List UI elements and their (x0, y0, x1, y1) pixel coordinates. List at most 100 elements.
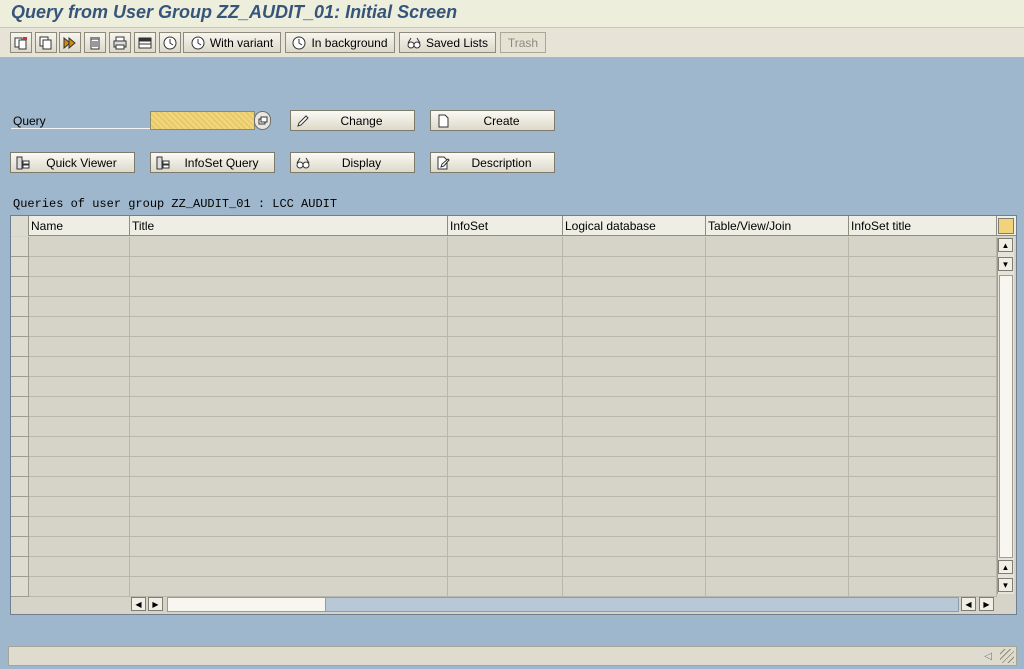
saved-lists-button[interactable]: Saved Lists (399, 32, 496, 53)
table-cell[interactable] (849, 437, 997, 457)
table-cell[interactable] (849, 237, 997, 257)
scroll-left-icon[interactable]: ◀ (131, 597, 146, 611)
table-cell[interactable] (448, 477, 563, 497)
display-button[interactable]: Display (290, 152, 415, 173)
scroll-far-left-icon[interactable]: ◀ (961, 597, 976, 611)
table-cell[interactable] (706, 397, 849, 417)
table-cell[interactable] (563, 417, 706, 437)
column-header-infoset-title[interactable]: InfoSet title (849, 216, 997, 236)
table-cell[interactable] (849, 457, 997, 477)
execute-clock-button[interactable] (159, 32, 181, 53)
table-cell[interactable] (130, 257, 448, 277)
table-cell[interactable] (130, 237, 448, 257)
table-cell[interactable] (563, 457, 706, 477)
column-header-infoset[interactable]: InfoSet (448, 216, 563, 236)
table-cell[interactable] (448, 577, 563, 597)
table-cell[interactable] (706, 517, 849, 537)
infoset-query-button[interactable]: InfoSet Query (150, 152, 275, 173)
table-row[interactable] (29, 497, 997, 517)
table-row[interactable] (29, 357, 997, 377)
horizontal-scroll-track[interactable] (167, 597, 959, 612)
table-cell[interactable] (849, 577, 997, 597)
table-cell[interactable] (29, 557, 130, 577)
table-cell[interactable] (448, 237, 563, 257)
table-cell[interactable] (130, 517, 448, 537)
create-button[interactable]: Create (430, 110, 555, 131)
table-cell[interactable] (563, 237, 706, 257)
table-cell[interactable] (706, 257, 849, 277)
table-cell[interactable] (706, 357, 849, 377)
table-cell[interactable] (130, 497, 448, 517)
scroll-down-icon[interactable]: ▼ (998, 257, 1013, 271)
table-cell[interactable] (29, 377, 130, 397)
copy-button[interactable] (35, 32, 57, 53)
table-cell[interactable] (706, 457, 849, 477)
table-cell[interactable] (130, 477, 448, 497)
row-selector[interactable] (11, 397, 29, 417)
column-header-title[interactable]: Title (130, 216, 448, 236)
table-cell[interactable] (849, 337, 997, 357)
table-cell[interactable] (706, 537, 849, 557)
table-cell[interactable] (563, 517, 706, 537)
scroll-page-up-icon[interactable]: ▲ (998, 560, 1013, 574)
row-selector[interactable] (11, 257, 29, 277)
table-row[interactable] (29, 477, 997, 497)
table-row[interactable] (29, 297, 997, 317)
table-cell[interactable] (29, 277, 130, 297)
table-cell[interactable] (29, 457, 130, 477)
table-cell[interactable] (706, 297, 849, 317)
row-selector[interactable] (11, 477, 29, 497)
table-cell[interactable] (29, 237, 130, 257)
table-cell[interactable] (448, 437, 563, 457)
table-row[interactable] (29, 237, 997, 257)
change-button[interactable]: Change (290, 110, 415, 131)
row-selector[interactable] (11, 577, 29, 597)
table-row[interactable] (29, 537, 997, 557)
row-selector[interactable] (11, 497, 29, 517)
scroll-up-icon[interactable]: ▲ (998, 238, 1013, 252)
row-selector[interactable] (11, 537, 29, 557)
with-variant-button[interactable]: With variant (183, 32, 281, 53)
scroll-page-down-icon[interactable]: ▼ (998, 578, 1013, 592)
row-selector[interactable] (11, 437, 29, 457)
row-selector[interactable] (11, 277, 29, 297)
table-cell[interactable] (849, 497, 997, 517)
table-cell[interactable] (29, 297, 130, 317)
table-cell[interactable] (563, 437, 706, 457)
table-cell[interactable] (130, 297, 448, 317)
table-cell[interactable] (130, 397, 448, 417)
table-cell[interactable] (448, 397, 563, 417)
table-cell[interactable] (706, 237, 849, 257)
horizontal-scrollbar[interactable]: ◀ ▶ ◀ ▶ (131, 597, 995, 612)
table-cell[interactable] (706, 417, 849, 437)
table-row[interactable] (29, 277, 997, 297)
table-cell[interactable] (849, 557, 997, 577)
in-background-button[interactable]: In background (285, 32, 395, 53)
layout-button[interactable] (134, 32, 156, 53)
value-help-button[interactable] (254, 111, 271, 130)
table-cell[interactable] (29, 337, 130, 357)
table-cell[interactable] (29, 517, 130, 537)
table-cell[interactable] (448, 497, 563, 517)
table-cell[interactable] (706, 317, 849, 337)
table-cell[interactable] (706, 497, 849, 517)
table-row[interactable] (29, 397, 997, 417)
table-cell[interactable] (849, 277, 997, 297)
table-cell[interactable] (849, 417, 997, 437)
table-cell[interactable] (448, 297, 563, 317)
table-cell[interactable] (849, 397, 997, 417)
print-button[interactable] (109, 32, 131, 53)
table-cell[interactable] (448, 337, 563, 357)
table-cell[interactable] (563, 537, 706, 557)
table-cell[interactable] (448, 257, 563, 277)
table-cell[interactable] (706, 437, 849, 457)
table-cell[interactable] (849, 297, 997, 317)
vertical-scrollbar[interactable]: ▲ ▼ ▲ ▼ (997, 238, 1014, 594)
table-cell[interactable] (448, 277, 563, 297)
table-cell[interactable] (448, 457, 563, 477)
table-row[interactable] (29, 317, 997, 337)
table-cell[interactable] (130, 337, 448, 357)
row-selector[interactable] (11, 297, 29, 317)
table-cell[interactable] (706, 377, 849, 397)
row-selector[interactable] (11, 357, 29, 377)
